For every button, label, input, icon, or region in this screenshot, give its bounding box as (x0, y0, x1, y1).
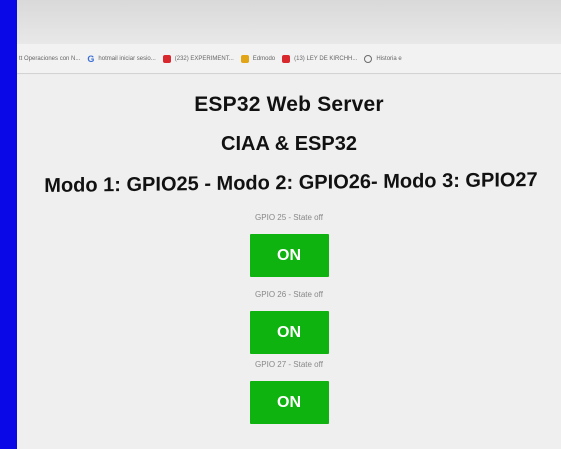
bookmark-historia[interactable]: Historia e (364, 54, 402, 63)
mode-description: Modo 1: GPIO25 - Modo 2: GPIO26- Modo 3:… (44, 168, 538, 198)
bookmark-label: (13) LEY DE KIRCHH... (294, 55, 358, 62)
gpio-25-control: GPIO 25 - State off ON (17, 213, 561, 285)
google-icon: G (87, 53, 95, 64)
page-title: ESP32 Web Server (194, 93, 384, 116)
youtube-icon (282, 54, 291, 63)
bookmark-label: (232) EXPERIMENT... (174, 55, 234, 62)
browser-window: tt Operaciones con N... G hotmail inicia… (17, 0, 561, 449)
bookmarks-bar: tt Operaciones con N... G hotmail inicia… (17, 44, 561, 74)
edmodo-icon (240, 54, 249, 63)
bookmark-label: hotmail iniciar sesio... (98, 55, 156, 62)
bookmark-edmodo[interactable]: Edmodo (240, 54, 276, 63)
youtube-icon (162, 54, 171, 63)
browser-toolbar (17, 0, 561, 44)
gpio-27-state: GPIO 27 - State off (255, 360, 323, 369)
bookmark-label: Historia e (376, 55, 402, 62)
world-icon (364, 54, 373, 63)
gpio-25-on-button[interactable]: ON (249, 234, 329, 277)
bookmark-label: tt Operaciones con N... (19, 55, 81, 62)
bookmark-experiment[interactable]: (232) EXPERIMENT... (162, 54, 234, 63)
gpio-26-control: GPIO 26 - State off ON (17, 290, 561, 362)
page-subtitle: CIAA & ESP32 (221, 133, 357, 155)
gpio-27-on-button[interactable]: ON (249, 381, 329, 424)
bookmark-label: Edmodo (252, 55, 276, 62)
gpio-26-on-button[interactable]: ON (249, 311, 329, 354)
gpio-25-state: GPIO 25 - State off (255, 213, 323, 222)
gpio-26-state: GPIO 26 - State off (255, 290, 323, 299)
gpio-27-control: GPIO 27 - State off ON (17, 360, 561, 432)
web-page: ESP32 Web Server CIAA & ESP32 Modo 1: GP… (17, 75, 561, 449)
bookmark-operaciones[interactable]: tt Operaciones con N... (19, 56, 80, 62)
bookmark-ley-kirchhoff[interactable]: (13) LEY DE KIRCHH... (282, 54, 358, 63)
bookmark-hotmail[interactable]: G hotmail iniciar sesio... (87, 53, 156, 64)
